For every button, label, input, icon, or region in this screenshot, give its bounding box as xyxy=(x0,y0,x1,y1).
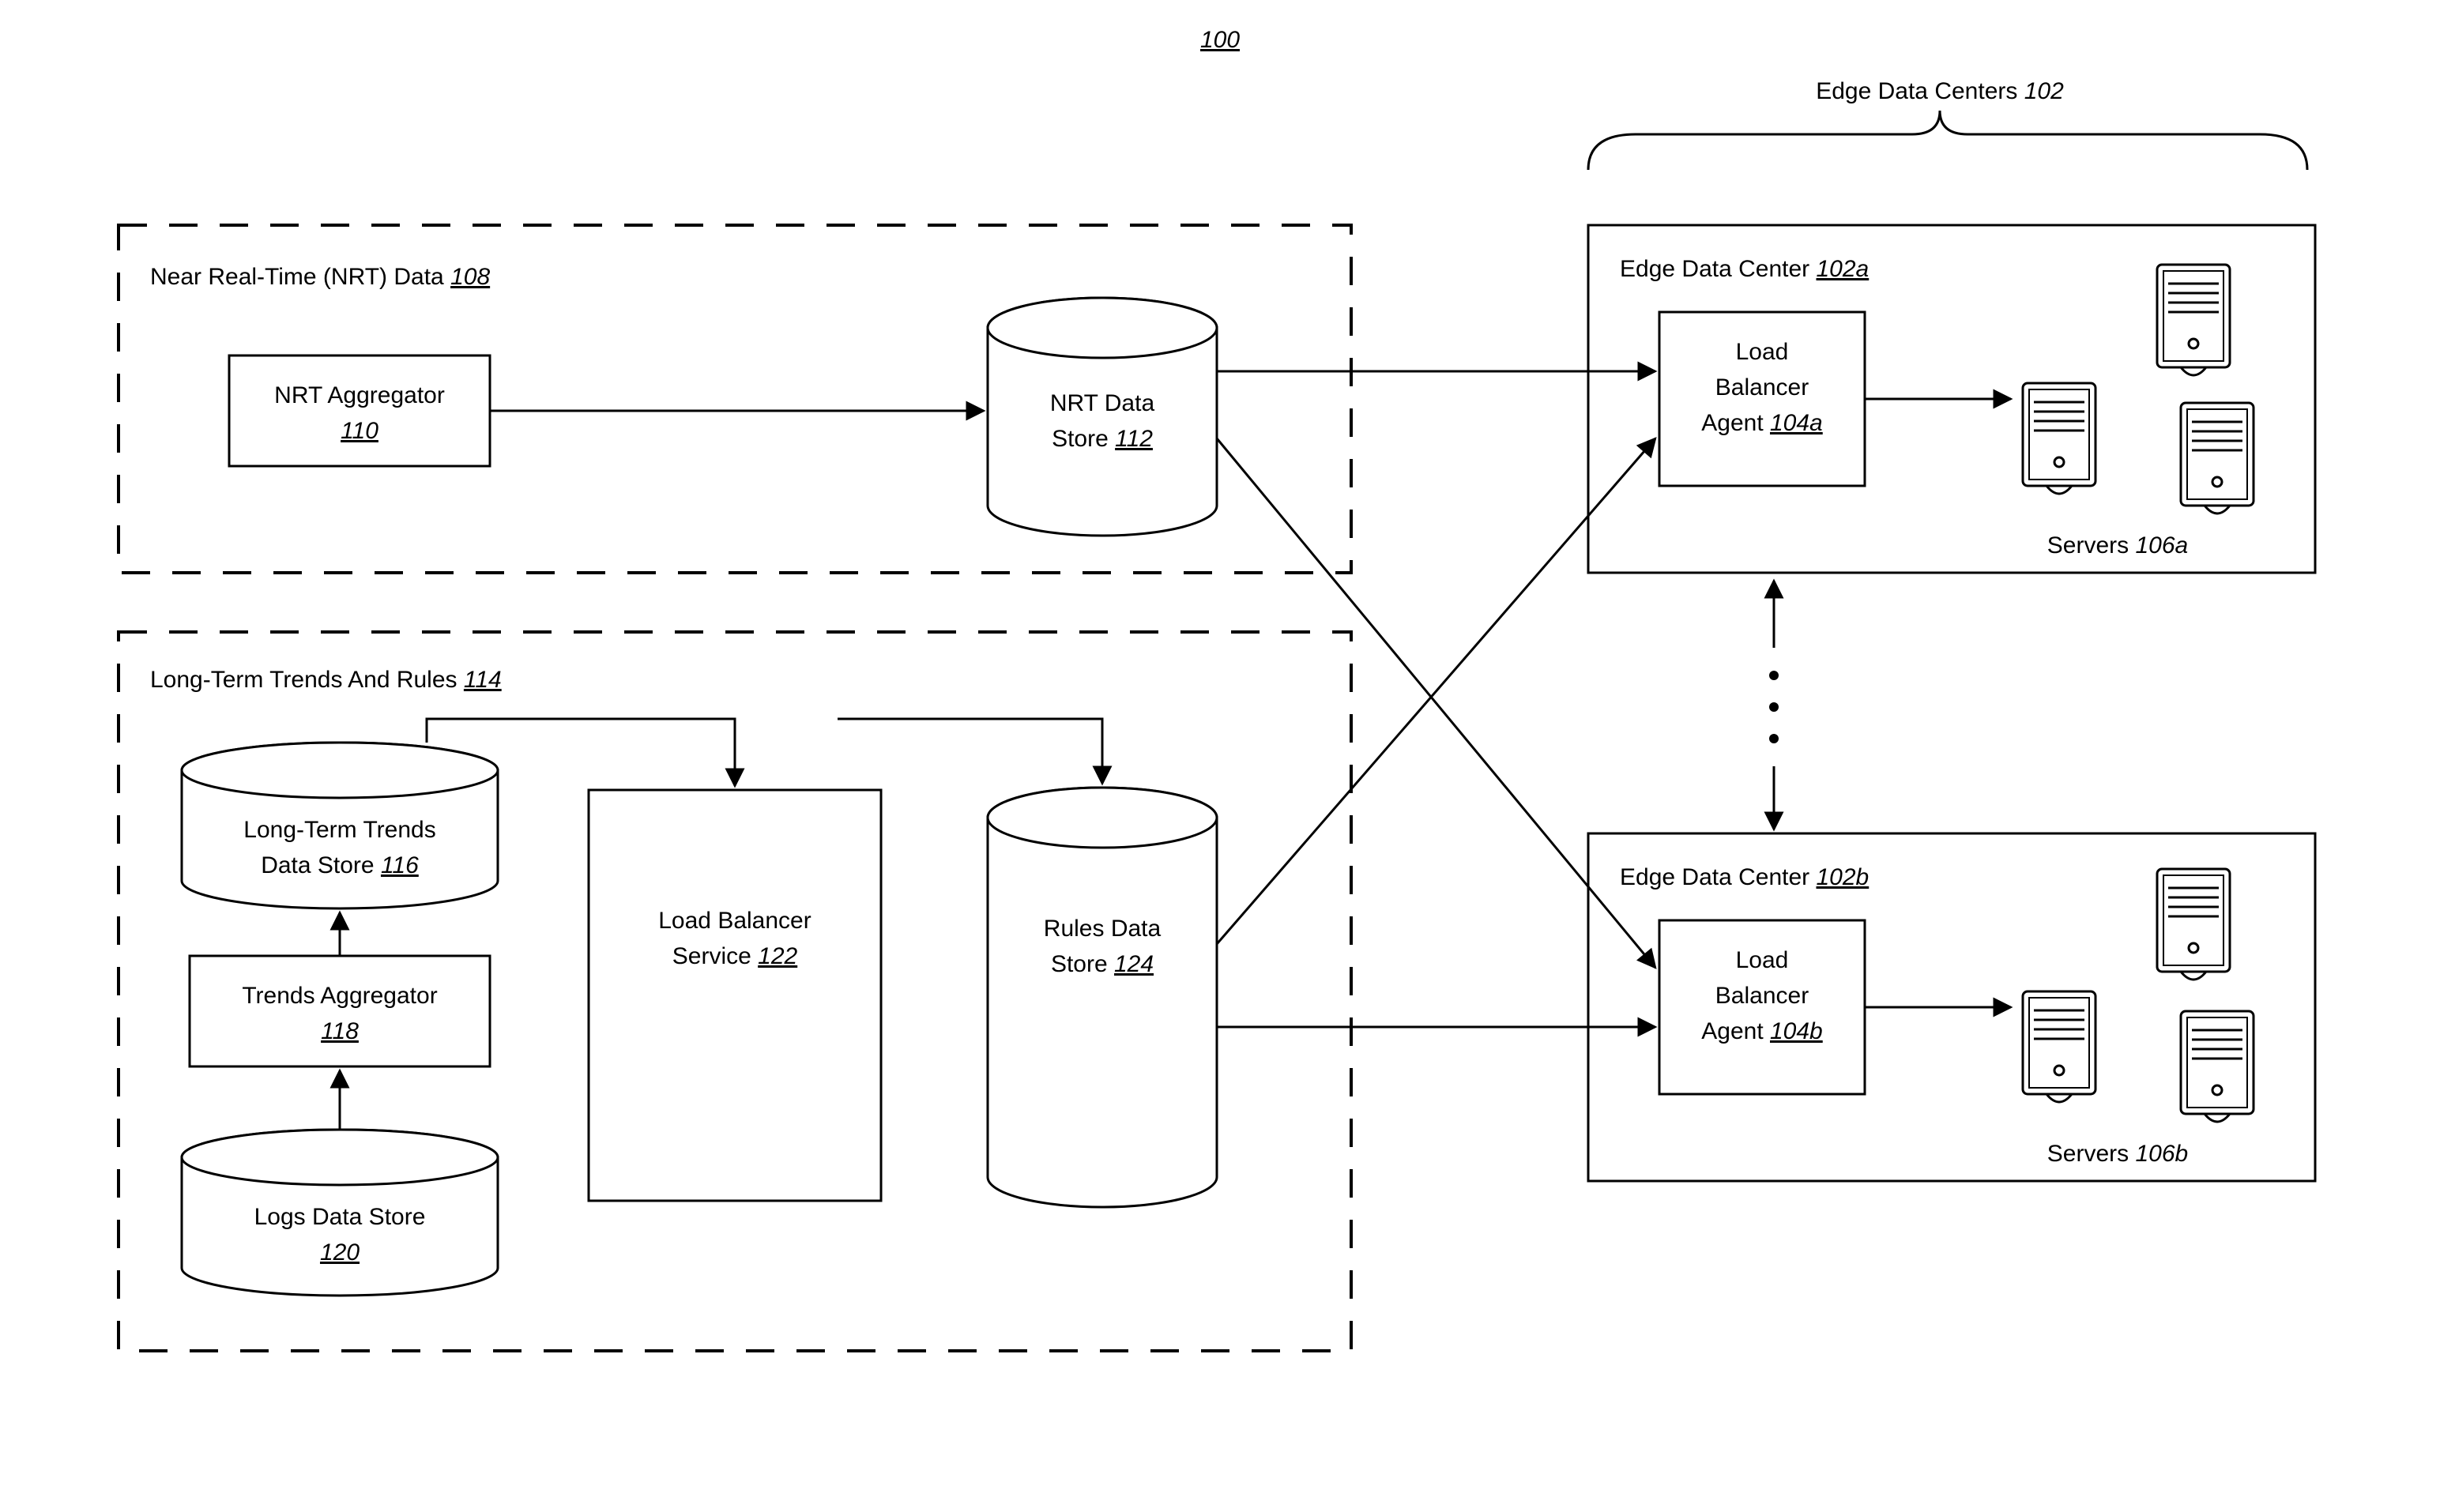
svg-text:Balancer: Balancer xyxy=(1715,374,1809,401)
ellipsis-dot xyxy=(1769,702,1779,712)
lb-service-box xyxy=(589,790,881,1201)
svg-text:Logs Data Store: Logs Data Store xyxy=(254,1204,426,1230)
svg-text:Agent 104a: Agent 104a xyxy=(1701,410,1822,436)
trends-aggregator-box xyxy=(190,956,490,1066)
svg-text:Load: Load xyxy=(1736,339,1789,365)
server-icon xyxy=(2181,1011,2254,1122)
rules-data-store: Rules Data Store 124 xyxy=(988,788,1217,1207)
arrow-lbservice-to-rules xyxy=(838,719,1102,784)
server-icon xyxy=(2023,383,2095,494)
lt-trends-store: Long-Term Trends Data Store 116 xyxy=(182,743,498,908)
server-icon xyxy=(2023,991,2095,1102)
edge-dc-a-servers: Servers 106a xyxy=(2047,532,2188,559)
svg-text:Rules Data: Rules Data xyxy=(1044,916,1162,942)
edge-group-title: Edge Data Centers 102 xyxy=(1816,78,2064,104)
edge-dc-a-title: Edge Data Center 102a xyxy=(1620,256,1869,282)
diagram-root: 100 Near Real-Time (NRT) Data 108 NRT Ag… xyxy=(0,0,2440,1512)
server-icon xyxy=(2157,265,2230,375)
nrt-aggregator-label: NRT Aggregator xyxy=(274,382,445,408)
edge-dc-b-servers: Servers 106b xyxy=(2047,1141,2188,1167)
lt-title: Long-Term Trends And Rules 114 xyxy=(150,667,502,693)
svg-text:Store 124: Store 124 xyxy=(1051,951,1154,977)
edge-dc-b-title: Edge Data Center 102b xyxy=(1620,864,1869,890)
nrt-aggregator-num: 110 xyxy=(341,418,378,444)
server-icon xyxy=(2157,869,2230,980)
trends-aggregator-label: Trends Aggregator xyxy=(242,983,437,1009)
svg-text:Balancer: Balancer xyxy=(1715,983,1809,1009)
ellipsis-dot xyxy=(1769,734,1779,743)
server-icon xyxy=(2181,403,2254,513)
svg-text:NRT Data: NRT Data xyxy=(1050,390,1155,416)
svg-text:Long-Term Trends: Long-Term Trends xyxy=(243,817,435,843)
trends-aggregator-num: 118 xyxy=(321,1018,359,1044)
lb-service-l2: Service 122 xyxy=(672,943,798,969)
lb-service-l1: Load Balancer xyxy=(658,908,811,934)
nrt-aggregator-box xyxy=(229,355,490,466)
ellipsis-dot xyxy=(1769,671,1779,680)
svg-text:Store 112: Store 112 xyxy=(1052,426,1153,452)
svg-text:Load: Load xyxy=(1736,947,1789,973)
logs-data-store: Logs Data Store 120 xyxy=(182,1130,498,1296)
svg-text:Agent 104b: Agent 104b xyxy=(1701,1018,1822,1044)
figure-number: 100 xyxy=(1200,27,1240,53)
edge-brace xyxy=(1588,111,2307,170)
svg-text:Data Store 116: Data Store 116 xyxy=(261,852,419,878)
nrt-data-store: NRT Data Store 112 xyxy=(988,298,1217,536)
svg-text:120: 120 xyxy=(320,1239,360,1266)
nrt-title: Near Real-Time (NRT) Data 108 xyxy=(150,264,490,290)
